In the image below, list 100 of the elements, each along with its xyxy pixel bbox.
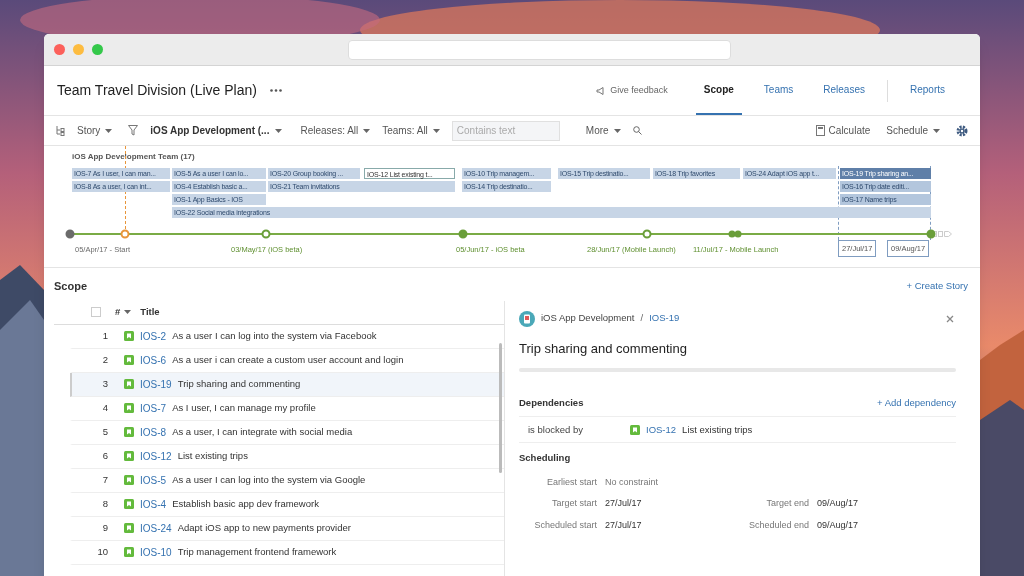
dependencies-heading: Dependencies [519, 396, 584, 410]
issue-key-link[interactable]: IOS-7 [140, 400, 167, 416]
create-story-link[interactable]: + Create Story [906, 279, 968, 294]
milestone-marker[interactable] [728, 230, 742, 238]
settings-icon[interactable] [956, 124, 968, 137]
milestone-marker[interactable] [65, 229, 75, 239]
milestone-marker[interactable] [458, 229, 468, 239]
story-icon [124, 403, 134, 413]
scheduling-heading: Scheduling [519, 451, 572, 466]
caret-icon [933, 128, 940, 133]
story-title: Adapt iOS app to new payments provider [177, 520, 351, 535]
releases-dropdown[interactable]: Releases: All [300, 123, 371, 138]
field-label: Earliest start [546, 475, 597, 489]
project-avatar-icon [519, 310, 535, 327]
row-number: 2 [101, 352, 108, 367]
milestone-marker[interactable] [120, 229, 130, 239]
story-icon [124, 331, 134, 341]
story-title: As a user I can log into the system via Google [172, 472, 366, 487]
row-number: 3 [101, 376, 108, 391]
story-row[interactable]: 10 IOS-10 Trip management frontend framework [70, 540, 504, 565]
row-number: 8 [101, 496, 108, 511]
story-row[interactable]: 7 IOS-5 As a user I can log into the system via Google [70, 468, 504, 493]
more-icon[interactable] [269, 89, 282, 92]
zoom-window-button[interactable] [92, 44, 103, 55]
field-label: Target end [765, 497, 809, 510]
row-number: 4 [101, 400, 108, 415]
issue-key-link[interactable]: IOS-2 [140, 328, 167, 344]
plan-title: Team Travel Division (Live Plan) [57, 81, 257, 100]
nav-tab[interactable]: Scope [695, 66, 742, 115]
field-value: 27/Jul/17 [605, 497, 642, 510]
issue-key-link[interactable]: IOS-24 [140, 520, 172, 536]
calculate-button[interactable]: Calculate [815, 123, 871, 138]
issue-key-link[interactable]: IOS-10 [140, 544, 172, 560]
feedback-button[interactable]: Give feedback [596, 83, 668, 98]
story-icon [124, 355, 134, 365]
story-title: As a user i can create a custom user account and login [172, 352, 404, 367]
story-row[interactable]: 8 IOS-4 Establish basic app dev framework [70, 492, 504, 517]
story-icon [124, 379, 134, 389]
story-icon [124, 451, 134, 461]
issue-key-link[interactable]: IOS-19 [649, 311, 680, 326]
issue-key-link[interactable]: IOS-12 [140, 448, 172, 464]
dependency-title: List existing trips [682, 422, 753, 437]
hierarchy-dropdown[interactable]: Story [77, 123, 113, 138]
story-icon [630, 424, 640, 435]
issue-key-link[interactable]: IOS-5 [140, 472, 167, 488]
title-column-header: Title [140, 304, 160, 319]
story-icon [124, 427, 134, 437]
row-number: 5 [101, 424, 108, 439]
story-icon [124, 547, 134, 557]
number-column-header[interactable]: # [115, 304, 132, 320]
select-all-checkbox[interactable] [91, 307, 101, 317]
milestone-marker[interactable] [261, 229, 271, 239]
story-title: As a user I can log into the system via Facebook [172, 328, 377, 343]
story-icon [124, 475, 134, 485]
caret-icon [613, 128, 621, 133]
story-row[interactable]: 3 IOS-19 Trip sharing and commenting [70, 372, 504, 397]
field-label: Scheduled start [533, 518, 597, 532]
issue-key-link[interactable]: IOS-6 [140, 352, 167, 368]
add-dependency-link[interactable]: + Add dependency [877, 396, 956, 411]
story-title: As a user, I can integrate with social media [172, 424, 353, 439]
milestone-marker[interactable] [642, 229, 652, 239]
story-row[interactable]: 9 IOS-24 Adapt iOS app to new payments provider [70, 516, 504, 541]
story-icon [124, 523, 134, 533]
megaphone-icon [596, 86, 607, 95]
close-icon[interactable] [946, 314, 954, 323]
field-value: No constraint [605, 475, 659, 489]
teams-dropdown[interactable]: Teams: All [382, 123, 440, 138]
team-heading: iOS App Development Team (17) [72, 151, 195, 163]
field-label: Target start [550, 497, 597, 510]
field-value: 09/Aug/17 [817, 518, 859, 532]
row-number: 6 [101, 448, 108, 463]
caret-icon [363, 128, 371, 133]
search-field[interactable]: Contains text [451, 120, 560, 141]
issue-key-link[interactable]: IOS-8 [140, 424, 167, 440]
nav-tab[interactable]: Teams [755, 66, 802, 115]
caret-icon [432, 128, 440, 133]
story-icon [124, 499, 134, 509]
nav-tab[interactable]: Reports [902, 66, 953, 115]
story-row[interactable]: 1 IOS-2 As a user I can log into the system via Facebook [70, 324, 504, 349]
milestone-marker[interactable] [926, 229, 936, 239]
filter-dropdown[interactable]: iOS App Development (... [150, 123, 283, 138]
field-label: Scheduled end [747, 518, 809, 532]
story-title: List existing trips [177, 448, 248, 463]
filter-icon [128, 125, 139, 136]
issue-key-link[interactable]: IOS-4 [140, 496, 167, 512]
row-number: 1 [101, 328, 108, 343]
caret-icon [124, 310, 132, 314]
more-dropdown[interactable]: More [585, 123, 621, 138]
caret-icon [275, 128, 283, 133]
close-window-button[interactable] [54, 44, 65, 55]
row-number: 7 [101, 472, 108, 487]
issue-key-link[interactable]: IOS-19 [140, 376, 172, 392]
schedule-dropdown[interactable]: Schedule [886, 123, 940, 138]
story-title: Establish basic app dev framework [172, 496, 319, 511]
search-icon[interactable] [632, 126, 642, 135]
field-value: 09/Aug/17 [817, 497, 859, 510]
issue-key-link[interactable]: IOS-12 [646, 422, 677, 437]
story-title: Trip management frontend framework [177, 544, 337, 559]
nav-tab[interactable]: Releases [815, 66, 873, 115]
hierarchy-icon [56, 125, 65, 136]
